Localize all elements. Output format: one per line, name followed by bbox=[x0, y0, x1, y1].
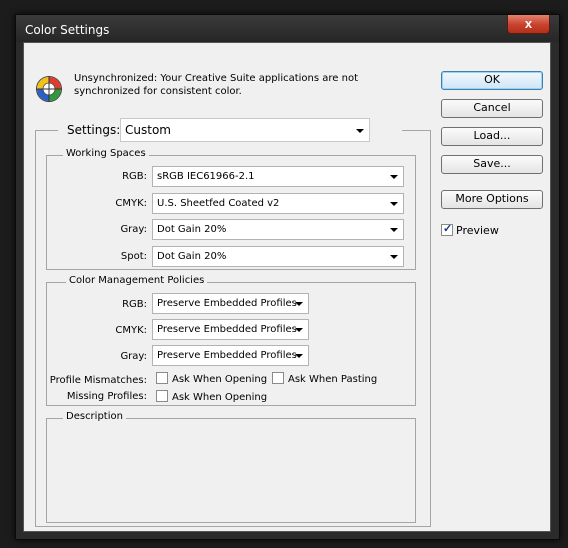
preview-checkbox[interactable] bbox=[441, 222, 453, 236]
working-spaces-title: Working Spaces bbox=[63, 148, 149, 159]
ws-gray-value: Dot Gain 20% bbox=[157, 224, 227, 235]
color-settings-dialog: Color Settings x Unsynchronized: Your Cr… bbox=[15, 14, 560, 540]
mismatch-ask-pasting-checkbox[interactable] bbox=[272, 372, 284, 384]
ws-cmyk-label: CMYK: bbox=[115, 198, 147, 209]
policy-rgb-label: RGB: bbox=[122, 299, 147, 310]
ok-button[interactable]: OK bbox=[441, 71, 543, 90]
chevron-down-icon bbox=[356, 129, 364, 133]
sync-notice-line1: Unsynchronized: Your Creative Suite appl… bbox=[74, 73, 359, 84]
settings-row: Settings: Custom bbox=[58, 118, 402, 142]
save-button[interactable]: Save... bbox=[441, 155, 543, 174]
close-button[interactable]: x bbox=[507, 15, 550, 34]
title-bar[interactable]: Color Settings x bbox=[16, 15, 559, 42]
sync-notice: Unsynchronized: Your Creative Suite appl… bbox=[74, 72, 358, 98]
ws-cmyk-value: U.S. Sheetfed Coated v2 bbox=[157, 198, 280, 209]
policies-title: Color Management Policies bbox=[66, 275, 208, 286]
chevron-down-icon bbox=[295, 302, 303, 306]
chevron-down-icon bbox=[390, 255, 398, 259]
ws-spot-value: Dot Gain 20% bbox=[157, 251, 227, 262]
close-icon: x bbox=[524, 16, 533, 31]
missing-ask-opening-label[interactable]: Ask When Opening bbox=[172, 392, 267, 403]
window-title: Color Settings bbox=[25, 23, 110, 37]
ws-rgb-label: RGB: bbox=[122, 171, 147, 182]
settings-label: Settings: bbox=[67, 123, 121, 137]
ws-spot-label: Spot: bbox=[120, 251, 147, 262]
policy-rgb-dropdown[interactable]: Preserve Embedded Profiles bbox=[152, 293, 309, 314]
ws-rgb-value: sRGB IEC61966-2.1 bbox=[157, 171, 255, 182]
chevron-down-icon bbox=[295, 328, 303, 332]
ws-gray-dropdown[interactable]: Dot Gain 20% bbox=[152, 219, 404, 240]
mismatch-ask-pasting-label[interactable]: Ask When Pasting bbox=[288, 374, 377, 385]
description-group bbox=[46, 418, 416, 523]
policy-rgb-value: Preserve Embedded Profiles bbox=[157, 298, 297, 309]
missing-profiles-label: Missing Profiles: bbox=[66, 391, 147, 402]
sync-notice-line2: synchronized for consistent color. bbox=[74, 86, 242, 97]
policy-gray-dropdown[interactable]: Preserve Embedded Profiles bbox=[152, 345, 309, 366]
more-options-button[interactable]: More Options bbox=[441, 190, 543, 209]
chevron-down-icon bbox=[390, 202, 398, 206]
load-button[interactable]: Load... bbox=[441, 127, 543, 146]
ws-spot-dropdown[interactable]: Dot Gain 20% bbox=[152, 246, 404, 267]
color-wheel-icon bbox=[36, 76, 62, 102]
ws-rgb-dropdown[interactable]: sRGB IEC61966-2.1 bbox=[152, 166, 404, 187]
missing-ask-opening-checkbox[interactable] bbox=[156, 390, 168, 402]
profile-mismatches-label: Profile Mismatches: bbox=[49, 375, 147, 386]
policy-cmyk-value: Preserve Embedded Profiles bbox=[157, 324, 297, 335]
settings-dropdown[interactable]: Custom bbox=[120, 118, 370, 142]
settings-value: Custom bbox=[125, 123, 171, 137]
ws-cmyk-dropdown[interactable]: U.S. Sheetfed Coated v2 bbox=[152, 193, 404, 214]
policy-gray-label: Gray: bbox=[120, 351, 147, 362]
dialog-body: Unsynchronized: Your Creative Suite appl… bbox=[23, 42, 551, 532]
description-title: Description bbox=[63, 411, 126, 422]
policy-cmyk-dropdown[interactable]: Preserve Embedded Profiles bbox=[152, 319, 309, 340]
cancel-button[interactable]: Cancel bbox=[441, 99, 543, 118]
policy-gray-value: Preserve Embedded Profiles bbox=[157, 350, 297, 361]
chevron-down-icon bbox=[390, 175, 398, 179]
ws-gray-label: Gray: bbox=[120, 224, 147, 235]
policy-cmyk-label: CMYK: bbox=[115, 325, 147, 336]
mismatch-ask-opening-checkbox[interactable] bbox=[156, 372, 168, 384]
chevron-down-icon bbox=[390, 228, 398, 232]
mismatch-ask-opening-label[interactable]: Ask When Opening bbox=[172, 374, 267, 385]
chevron-down-icon bbox=[295, 354, 303, 358]
preview-label[interactable]: Preview bbox=[456, 224, 499, 237]
